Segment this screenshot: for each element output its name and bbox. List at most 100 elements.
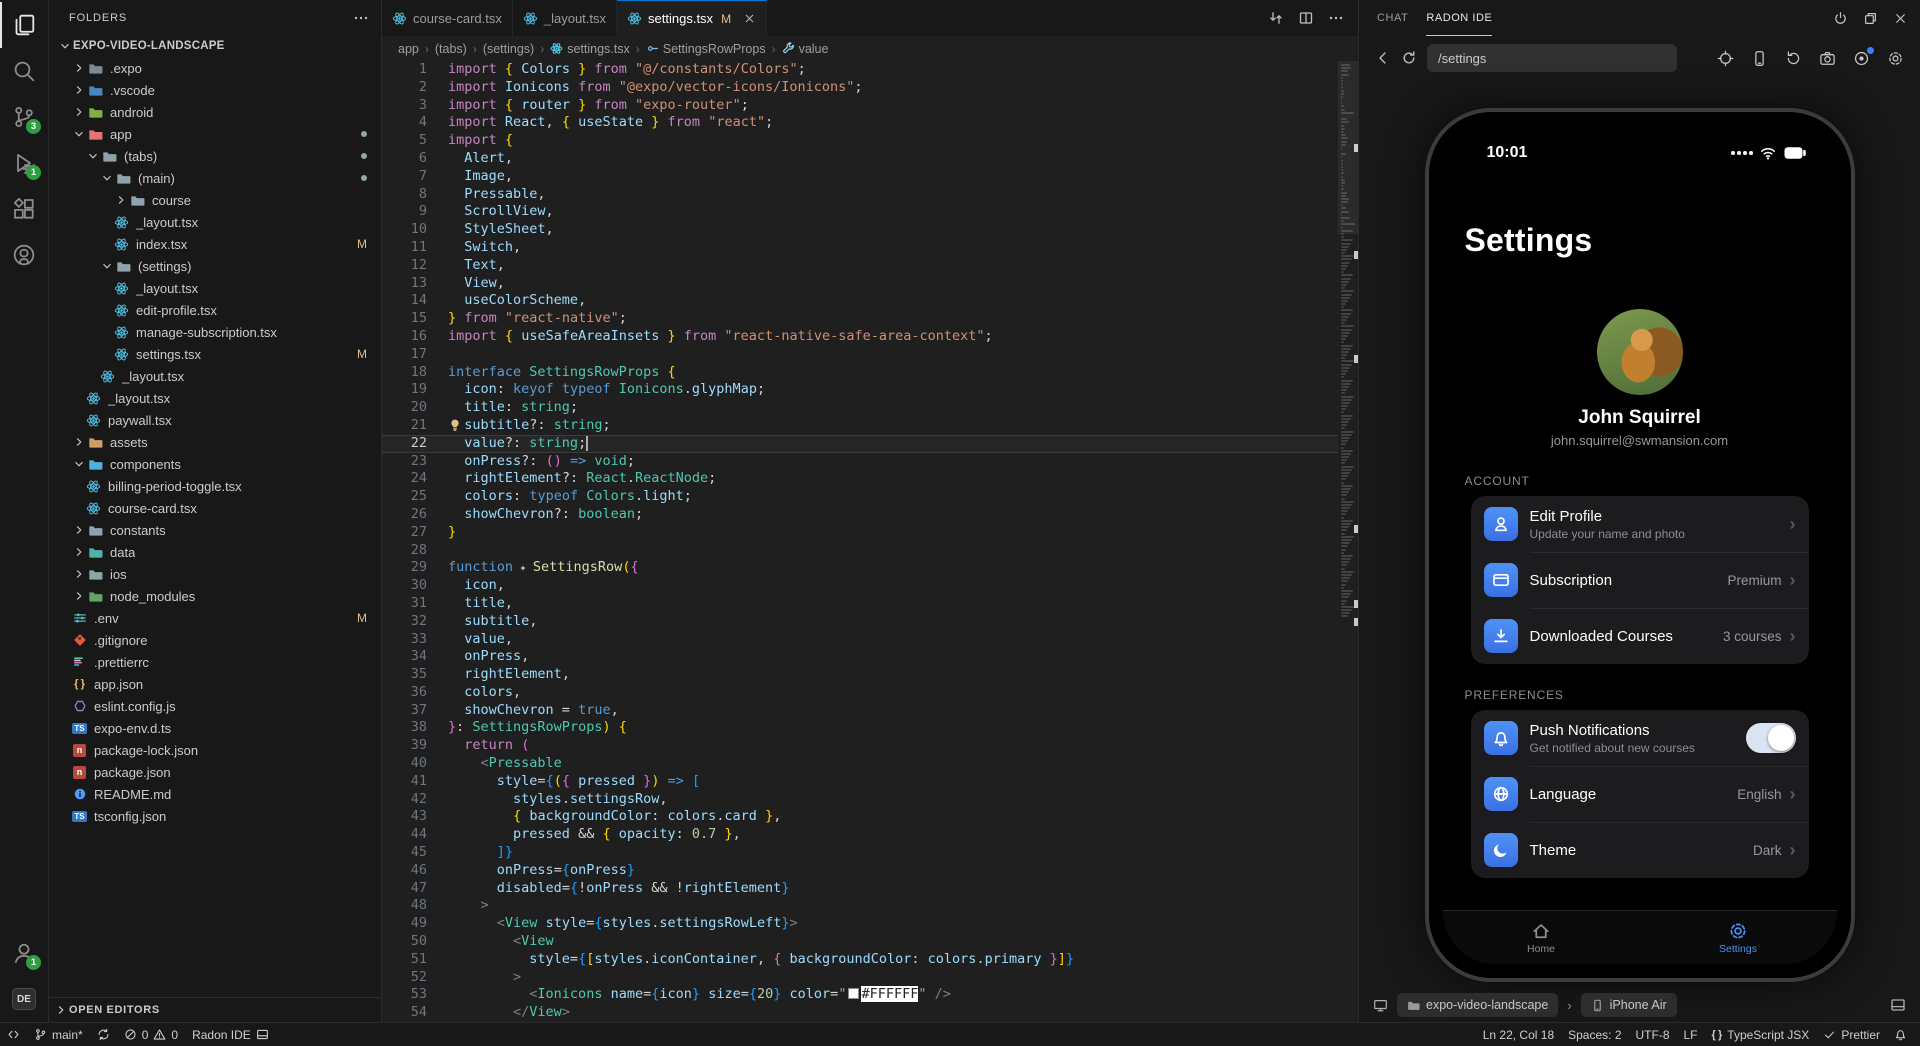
folder-item-nodemodules[interactable]: node_modules	[49, 585, 381, 607]
folder-item-components[interactable]: components	[49, 453, 381, 475]
file-item-edit-profile.tsx[interactable]: edit-profile.tsx	[49, 299, 381, 321]
folder-item-data[interactable]: data	[49, 541, 381, 563]
remote-indicator[interactable]	[0, 1023, 27, 1046]
folder-item-android[interactable]: android	[49, 101, 381, 123]
file-item-package-lock.json[interactable]: npackage-lock.json	[49, 739, 381, 761]
breadcrumb-item[interactable]: settings.tsx	[550, 42, 630, 56]
source-control-icon[interactable]: 3	[0, 94, 48, 140]
notifications-bell[interactable]	[1887, 1023, 1914, 1046]
file-item-readme.md[interactable]: README.md	[49, 783, 381, 805]
settings-row-theme[interactable]: ThemeDark›	[1471, 822, 1809, 878]
search-icon[interactable]	[0, 48, 48, 94]
folder-item-ios[interactable]: ios	[49, 563, 381, 585]
tab-layout.tsx[interactable]: _layout.tsx	[513, 0, 617, 36]
breadcrumb-item[interactable]: (tabs)	[435, 42, 467, 56]
code-editor[interactable]: 1import { Colors } from "@/constants/Col…	[382, 61, 1358, 1022]
file-item-billing-period-toggle.tsx[interactable]: billing-period-toggle.tsx	[49, 475, 381, 497]
folder-item-.expo[interactable]: .expo	[49, 57, 381, 79]
toggle-panel-icon[interactable]	[1890, 997, 1906, 1013]
folder-item-app[interactable]: app	[49, 123, 381, 145]
back-icon[interactable]	[1375, 50, 1391, 66]
sync-icon[interactable]	[90, 1023, 117, 1046]
minimap[interactable]	[1338, 61, 1358, 1022]
settings-row-language[interactable]: LanguageEnglish›	[1471, 766, 1809, 822]
file-item-index.tsx[interactable]: index.tsxM	[49, 233, 381, 255]
folder-item-main[interactable]: (main)	[49, 167, 381, 189]
file-item-layout.tsx[interactable]: _layout.tsx	[49, 387, 381, 409]
accounts-icon[interactable]: 1	[0, 930, 48, 976]
settings-row-push-notifications[interactable]: Push NotificationsGet notified about new…	[1471, 710, 1809, 766]
problems-item[interactable]: 00	[117, 1023, 185, 1046]
file-item-expo-env.d.ts[interactable]: TSexpo-env.d.ts	[49, 717, 381, 739]
inspect-icon[interactable]	[1717, 50, 1734, 67]
breadcrumb-item[interactable]: app	[398, 42, 419, 56]
more-actions-icon[interactable]	[353, 10, 369, 26]
file-item-manage-subscription.tsx[interactable]: manage-subscription.tsx	[49, 321, 381, 343]
file-item-.env[interactable]: .envM	[49, 607, 381, 629]
color-swatch[interactable]	[848, 988, 859, 999]
file-item-package.json[interactable]: npackage.json	[49, 761, 381, 783]
cursor-position[interactable]: Ln 22, Col 18	[1476, 1023, 1561, 1046]
screenshot-icon[interactable]	[1819, 50, 1836, 67]
folder-item-settings[interactable]: (settings)	[49, 255, 381, 277]
breadcrumb-item[interactable]: value	[782, 42, 829, 56]
breadcrumb-item[interactable]: SettingsRowProps	[646, 42, 766, 56]
url-input[interactable]: /settings	[1427, 44, 1677, 72]
phone-tab-home[interactable]: Home	[1443, 911, 1640, 964]
push-notifications-toggle[interactable]	[1746, 723, 1796, 753]
folder-item-assets[interactable]: assets	[49, 431, 381, 453]
open-editors-header[interactable]: OPEN EDITORS	[49, 997, 381, 1022]
formatter[interactable]: Prettier	[1816, 1023, 1887, 1046]
folder-item-course[interactable]: course	[49, 189, 381, 211]
power-icon[interactable]	[1833, 11, 1848, 26]
file-item-layout.tsx[interactable]: _layout.tsx	[49, 211, 381, 233]
device-selector[interactable]: iPhone Air	[1581, 993, 1677, 1017]
indentation[interactable]: Spaces: 2	[1561, 1023, 1628, 1046]
tab-course-card.tsx[interactable]: course-card.tsx	[382, 0, 513, 36]
settings-row-subscription[interactable]: SubscriptionPremium›	[1471, 552, 1809, 608]
run-debug-icon[interactable]: 1	[0, 140, 48, 186]
github-icon[interactable]	[0, 232, 48, 278]
restore-window-icon[interactable]	[1863, 11, 1878, 26]
file-item-layout.tsx[interactable]: _layout.tsx	[49, 277, 381, 299]
profile-badge[interactable]: DE	[0, 976, 48, 1022]
file-item-settings.tsx[interactable]: settings.tsxM	[49, 343, 381, 365]
open-changes-icon[interactable]	[1268, 10, 1284, 26]
file-item-eslint.config.js[interactable]: eslint.config.js	[49, 695, 381, 717]
explorer-icon[interactable]	[0, 2, 48, 48]
tab-settings.tsx[interactable]: settings.tsxM	[617, 0, 767, 36]
encoding[interactable]: UTF-8	[1629, 1023, 1677, 1046]
file-item-.prettierrc[interactable]: .prettierrc	[49, 651, 381, 673]
phone-tab-settings[interactable]: Settings	[1640, 911, 1837, 964]
file-item-tsconfig.json[interactable]: TStsconfig.json	[49, 805, 381, 827]
settings-row-edit-profile[interactable]: Edit ProfileUpdate your name and photo›	[1471, 496, 1809, 552]
folder-item-constants[interactable]: constants	[49, 519, 381, 541]
panel-tab-radon-ide[interactable]: RADON IDE	[1426, 0, 1492, 36]
file-item-course-card.tsx[interactable]: course-card.tsx	[49, 497, 381, 519]
quick-fix-lightbulb-icon[interactable]	[448, 418, 462, 432]
folder-item-expo-video-landscape[interactable]: EXPO-VIDEO-LANDSCAPE	[49, 35, 381, 57]
radon-status-item[interactable]: Radon IDE	[185, 1023, 276, 1046]
file-item-app.json[interactable]: { }app.json	[49, 673, 381, 695]
file-item-.gitignore[interactable]: .gitignore	[49, 629, 381, 651]
folder-item-tabs[interactable]: (tabs)	[49, 145, 381, 167]
eol[interactable]: LF	[1677, 1023, 1705, 1046]
close-window-icon[interactable]	[1893, 11, 1908, 26]
breadcrumb-item[interactable]: (settings)	[483, 42, 534, 56]
split-editor-icon[interactable]	[1298, 10, 1314, 26]
record-icon[interactable]	[1853, 50, 1870, 67]
rotate-device-icon[interactable]	[1751, 50, 1768, 67]
more-actions-icon[interactable]	[1328, 10, 1344, 26]
branch-item[interactable]: main*	[27, 1023, 90, 1046]
file-item-layout.tsx[interactable]: _layout.tsx	[49, 365, 381, 387]
replay-icon[interactable]	[1785, 50, 1802, 67]
language-mode[interactable]: { }TypeScript JSX	[1705, 1023, 1817, 1046]
file-item-paywall.tsx[interactable]: paywall.tsx	[49, 409, 381, 431]
extensions-icon[interactable]	[0, 186, 48, 232]
project-selector[interactable]: expo-video-landscape	[1397, 993, 1558, 1017]
device-settings-icon[interactable]	[1887, 50, 1904, 67]
settings-row-downloaded-courses[interactable]: Downloaded Courses3 courses›	[1471, 608, 1809, 664]
folder-item-.vscode[interactable]: .vscode	[49, 79, 381, 101]
close-icon[interactable]	[743, 12, 756, 25]
refresh-icon[interactable]	[1401, 50, 1417, 66]
